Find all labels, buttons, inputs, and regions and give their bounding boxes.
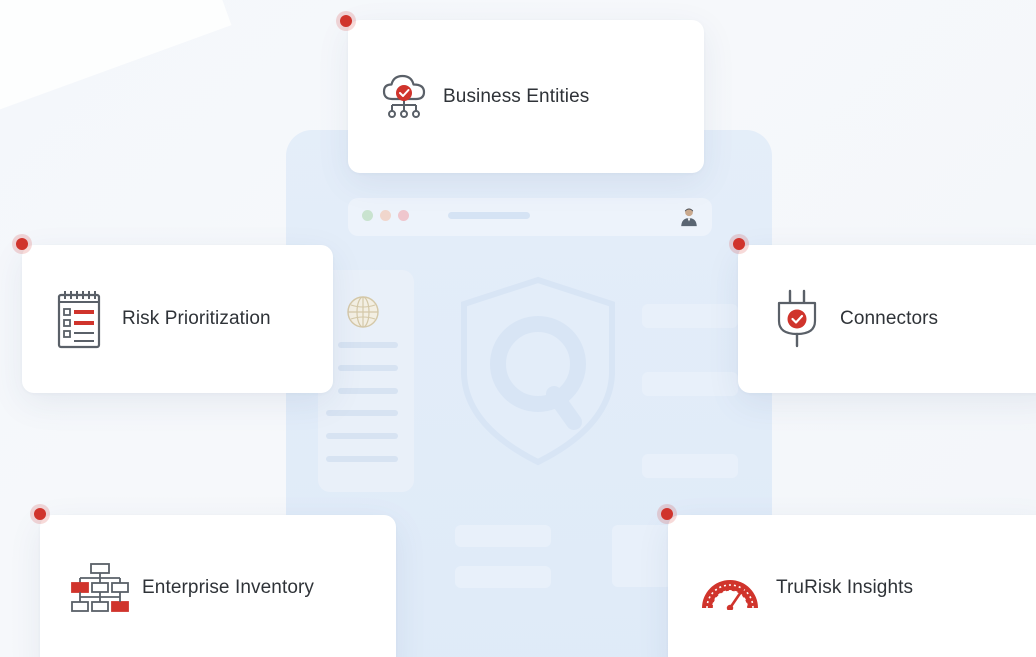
checklist-notepad-icon <box>56 289 102 349</box>
background-block <box>455 566 551 588</box>
cloud-network-check-icon <box>381 71 427 123</box>
sidebar-line <box>326 410 398 416</box>
sidebar-line <box>326 456 398 462</box>
background-block <box>642 372 738 396</box>
user-avatar-icon <box>681 208 697 227</box>
background-address-bar <box>448 212 530 219</box>
window-dot-green <box>362 210 373 221</box>
background-block <box>455 525 551 547</box>
connectors-pin <box>733 238 745 250</box>
feature-overview-stage: Business Entities Risk Prioritization Co… <box>0 0 1036 657</box>
shield-logo-icon <box>461 276 615 466</box>
enterprise-inventory-label: Enterprise Inventory <box>142 577 315 598</box>
plug-check-icon <box>776 289 818 349</box>
org-chart-icon <box>70 562 130 614</box>
window-dot-red <box>398 210 409 221</box>
sidebar-line <box>338 365 398 371</box>
sidebar-line <box>338 342 398 348</box>
background-stripe <box>0 0 232 128</box>
window-dot-orange <box>380 210 391 221</box>
connectors-label: Connectors <box>840 308 939 329</box>
gauge-icon <box>698 566 762 610</box>
background-block <box>612 525 672 587</box>
enterprise-inventory-pin <box>34 508 46 520</box>
enterprise-inventory-card[interactable]: Enterprise Inventory <box>40 515 396 657</box>
trurisk-insights-card[interactable]: TruRisk Insights <box>668 515 1036 657</box>
risk-prioritization-pin <box>16 238 28 250</box>
business-entities-card[interactable]: Business Entities <box>348 20 704 173</box>
risk-prioritization-label: Risk Prioritization <box>122 308 271 329</box>
business-entities-label: Business Entities <box>443 85 590 107</box>
trurisk-insights-label: TruRisk Insights <box>776 577 914 598</box>
risk-prioritization-card[interactable]: Risk Prioritization <box>22 245 333 393</box>
background-block <box>642 304 738 328</box>
sidebar-line <box>338 388 398 394</box>
globe-icon <box>347 296 379 328</box>
sidebar-line <box>326 433 398 439</box>
business-entities-pin <box>340 15 352 27</box>
trurisk-insights-pin <box>661 508 673 520</box>
background-block <box>642 454 738 478</box>
connectors-card[interactable]: Connectors <box>738 245 1036 393</box>
